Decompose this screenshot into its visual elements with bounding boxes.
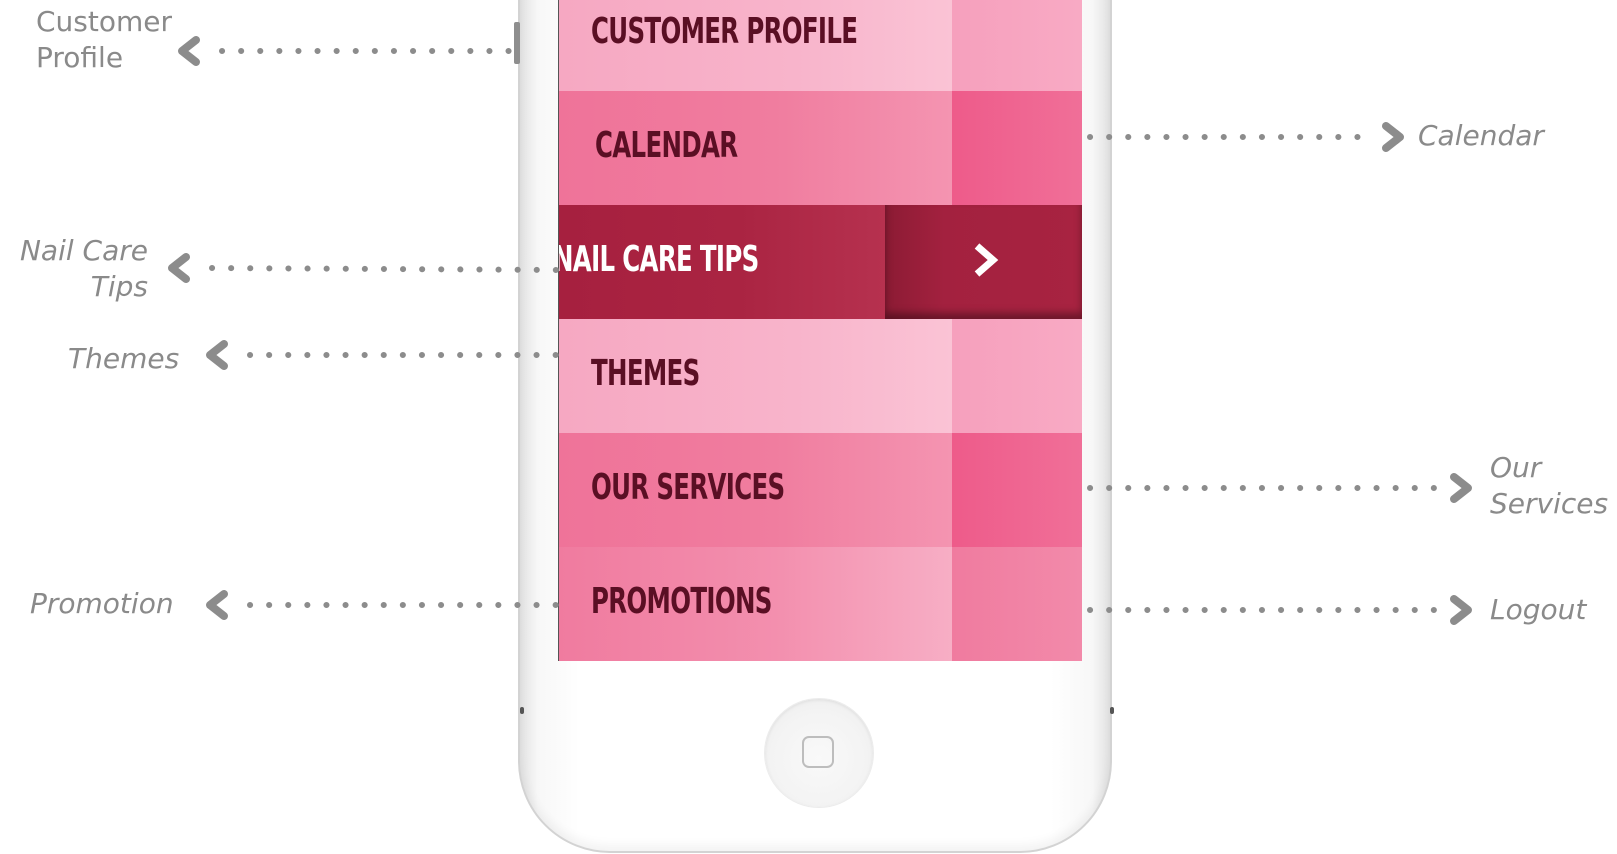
arrow-left-icon [206, 340, 228, 370]
annotation-calendar: Calendar [1418, 119, 1544, 152]
annotation-line: Nail Care [19, 234, 148, 267]
annotation-our-services: Our Services [1490, 450, 1608, 522]
arrow-left-icon [168, 253, 190, 283]
annotation-line: Customer [36, 5, 173, 38]
annotation-line: Services [1490, 487, 1609, 520]
app-screen: CUSTOMER PROFILE CALENDAR NAIL CARE TIPS… [558, 0, 1082, 661]
annotation-customer-profile: Customer Profile [36, 4, 172, 76]
menu-item-label: OUR SERVICES [591, 467, 785, 508]
menu-item-label: CUSTOMER PROFILE [591, 11, 858, 52]
menu-item-nail-care-tips[interactable]: NAIL CARE TIPS [559, 205, 1082, 319]
annotation-line: Profile [36, 41, 124, 74]
arrow-right-icon [1450, 473, 1472, 503]
annotation-promotion: Promotion [30, 587, 174, 620]
arrow-left-icon [206, 590, 228, 620]
annotation-nail-care-tips: Nail Care Tips [8, 233, 148, 305]
arrow-right-icon [1450, 595, 1472, 625]
phone-side-notch-right [1110, 707, 1114, 714]
phone-side-notch-left [520, 707, 524, 714]
menu-item-promotions[interactable]: PROMOTIONS [559, 547, 1082, 661]
menu-item-label: NAIL CARE TIPS [559, 239, 759, 280]
home-button[interactable] [765, 699, 873, 807]
menu-item-customer-profile[interactable]: CUSTOMER PROFILE [559, 0, 1082, 91]
annotation-logout: Logout [1490, 593, 1587, 626]
menu-item-themes[interactable]: THEMES [559, 319, 1082, 433]
menu-item-label: CALENDAR [595, 125, 738, 166]
volume-button [514, 22, 520, 64]
menu-item-label: THEMES [591, 353, 700, 394]
annotation-line: Our [1490, 451, 1542, 484]
annotation-themes: Themes [68, 342, 180, 375]
menu-item-label: PROMOTIONS [591, 581, 772, 622]
home-square-icon [802, 736, 834, 768]
menu-item-calendar[interactable]: CALENDAR [559, 91, 1082, 205]
mockup-stage: CUSTOMER PROFILE CALENDAR NAIL CARE TIPS… [0, 0, 1617, 854]
arrow-left-icon [178, 36, 200, 66]
menu-item-our-services[interactable]: OUR SERVICES [559, 433, 1082, 547]
annotation-line: Tips [90, 270, 148, 303]
chevron-right-icon [974, 243, 999, 277]
arrow-right-icon [1382, 122, 1404, 152]
